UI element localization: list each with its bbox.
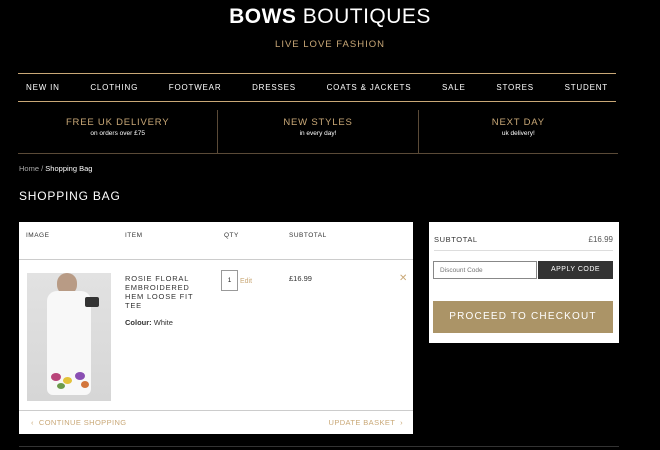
divider: [19, 446, 619, 447]
page-title: SHOPPING BAG: [19, 189, 121, 203]
subtotal-value: £16.99: [588, 235, 613, 244]
nav-student[interactable]: STUDENT: [565, 83, 608, 92]
edit-link[interactable]: Edit: [240, 278, 252, 285]
breadcrumb-separator: /: [41, 164, 44, 173]
product-image[interactable]: [27, 273, 111, 401]
site-header: BOWS BOUTIQUES LIVE LOVE FASHION: [0, 0, 660, 60]
chevron-right-icon: ›: [400, 418, 403, 427]
nav-dresses[interactable]: DRESSES: [252, 83, 296, 92]
nav-coats-jackets[interactable]: COATS & JACKETS: [327, 83, 412, 92]
apply-code-button[interactable]: APPLY CODE: [538, 261, 613, 279]
nav-sale[interactable]: SALE: [442, 83, 466, 92]
checkout-button[interactable]: PROCEED TO CHECKOUT: [433, 301, 613, 333]
main-nav: NEW IN CLOTHING FOOTWEAR DRESSES COATS &…: [18, 73, 616, 102]
breadcrumb-home[interactable]: Home: [19, 164, 39, 173]
col-item: ITEM: [125, 232, 143, 239]
line-subtotal: £16.99: [289, 274, 312, 283]
continue-shopping-link[interactable]: ‹ CONTINUE SHOPPING: [31, 418, 127, 427]
table-header: IMAGE ITEM QTY SUBTOTAL: [19, 222, 413, 260]
col-image: IMAGE: [26, 232, 50, 239]
breadcrumb-current: Shopping Bag: [45, 164, 93, 173]
product-name[interactable]: ROSIE FLORAL EMBROIDERED HEM LOOSE FIT T…: [125, 274, 205, 310]
divider: [434, 250, 613, 251]
discount-code-input[interactable]: [433, 261, 537, 279]
nav-clothing[interactable]: CLOTHING: [90, 83, 138, 92]
promo-free-delivery[interactable]: FREE UK DELIVERY on orders over £75: [18, 110, 217, 153]
close-icon[interactable]: ✕: [399, 273, 407, 284]
nav-footwear[interactable]: FOOTWEAR: [169, 83, 222, 92]
shopping-bag-table: IMAGE ITEM QTY SUBTOTAL ROSIE FLORAL EMB…: [19, 222, 413, 434]
nav-new-in[interactable]: NEW IN: [26, 83, 60, 92]
promo-next-day[interactable]: NEXT DAY uk delivery!: [417, 110, 618, 153]
subtotal-label: SUBTOTAL: [434, 235, 478, 244]
update-basket-link[interactable]: UPDATE BASKET ›: [329, 418, 403, 427]
promo-banner: FREE UK DELIVERY on orders over £75 NEW …: [18, 110, 618, 154]
brand-tagline: LIVE LOVE FASHION: [275, 39, 385, 50]
order-summary: SUBTOTAL £16.99 APPLY CODE PROCEED TO CH…: [429, 222, 619, 343]
bag-actions: ‹ CONTINUE SHOPPING UPDATE BASKET ›: [19, 410, 413, 434]
col-qty: QTY: [224, 232, 239, 239]
col-subtotal: SUBTOTAL: [289, 232, 327, 239]
brand-logo[interactable]: BOWS BOUTIQUES: [0, 5, 660, 29]
nav-stores[interactable]: STORES: [496, 83, 534, 92]
chevron-left-icon: ‹: [31, 418, 34, 427]
quantity-field[interactable]: 1: [221, 270, 238, 291]
product-colour: Colour: White: [125, 318, 173, 327]
breadcrumb: Home / Shopping Bag: [19, 164, 92, 173]
promo-new-styles[interactable]: NEW STYLES in every day!: [217, 110, 417, 153]
